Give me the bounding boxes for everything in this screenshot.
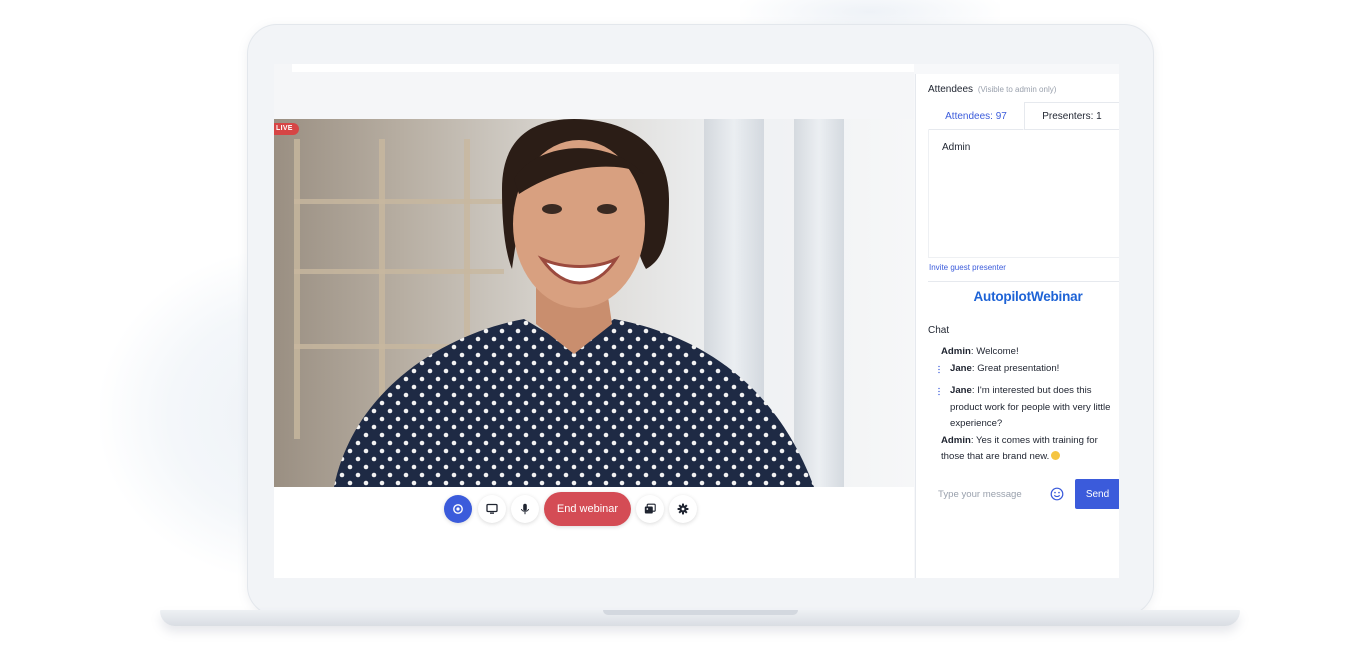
webinar-stage: LIVE End webinar	[274, 64, 914, 578]
laptop-screen: LIVE End webinar Attendees (Visible to a…	[274, 64, 1119, 578]
attendee-list: Admin	[928, 130, 1119, 258]
autopilot-webinar-logo: AutopilotWebinar	[973, 289, 1083, 304]
message-options-icon[interactable]	[938, 364, 940, 374]
chat-message: Jane: Great presentation!	[928, 361, 1119, 378]
presenter-figure	[334, 119, 814, 487]
smiley-emoji-icon	[1051, 451, 1061, 460]
chat-messages: Admin: Welcome! Jane: Great presentation…	[928, 344, 1119, 471]
emoji-picker-icon[interactable]	[1050, 487, 1064, 501]
laptop-notch	[603, 610, 798, 615]
chat-message-author: Admin	[941, 434, 971, 446]
stage-top-bar	[292, 64, 914, 72]
message-options-icon[interactable]	[938, 387, 940, 396]
panel-divider	[928, 281, 1119, 282]
end-webinar-button[interactable]: End webinar	[544, 492, 631, 526]
chat-message-author: Jane	[950, 385, 972, 396]
presenter-video: LIVE	[274, 119, 914, 487]
side-panel: Attendees (Visible to admin only) Attend…	[915, 74, 1119, 578]
monitor-icon	[486, 503, 498, 514]
chat-message-input[interactable]	[928, 481, 1040, 507]
microphone-icon	[521, 503, 529, 515]
chat-message: Admin: Yes it comes with training for th…	[941, 434, 1098, 463]
attendees-visibility-note: (Visible to admin only)	[977, 85, 1057, 94]
invite-guest-presenter-link[interactable]: Invite guest presenter	[929, 263, 1006, 272]
screen-share-button[interactable]	[478, 495, 506, 523]
chat-message-text: Welcome!	[976, 346, 1019, 357]
chat-heading: Chat	[928, 325, 950, 336]
attendees-heading-text: Attendees	[928, 84, 974, 95]
tab-presenters[interactable]: Presenters: 1	[1024, 102, 1119, 130]
camera-button[interactable]	[444, 495, 472, 523]
attendee-tabs: Attendees: 97 Presenters: 1	[928, 102, 1119, 130]
chat-message-author: Jane	[950, 362, 972, 374]
attendees-heading: Attendees (Visible to admin only)	[928, 84, 1056, 95]
media-gallery-icon	[644, 503, 656, 514]
media-button[interactable]	[636, 495, 664, 523]
chat-message-author: Admin	[941, 346, 971, 357]
chat-message-text: I'm interested but does this product wor…	[950, 385, 1111, 429]
chat-input-row: Send	[928, 479, 1119, 509]
microphone-button[interactable]	[511, 495, 539, 523]
send-button[interactable]: Send	[1075, 479, 1119, 509]
chat-message: Jane: I'm interested but does this produ…	[928, 383, 1119, 433]
webcam-icon	[453, 504, 463, 514]
tab-attendees[interactable]: Attendees: 97	[928, 102, 1024, 130]
gear-icon	[677, 503, 689, 515]
attendee-item: Admin	[942, 142, 971, 153]
live-badge: LIVE	[274, 123, 299, 135]
settings-button[interactable]	[669, 495, 697, 523]
chat-message: Admin: Welcome!	[941, 346, 1019, 357]
chat-message-text: Great presentation!	[977, 362, 1060, 374]
